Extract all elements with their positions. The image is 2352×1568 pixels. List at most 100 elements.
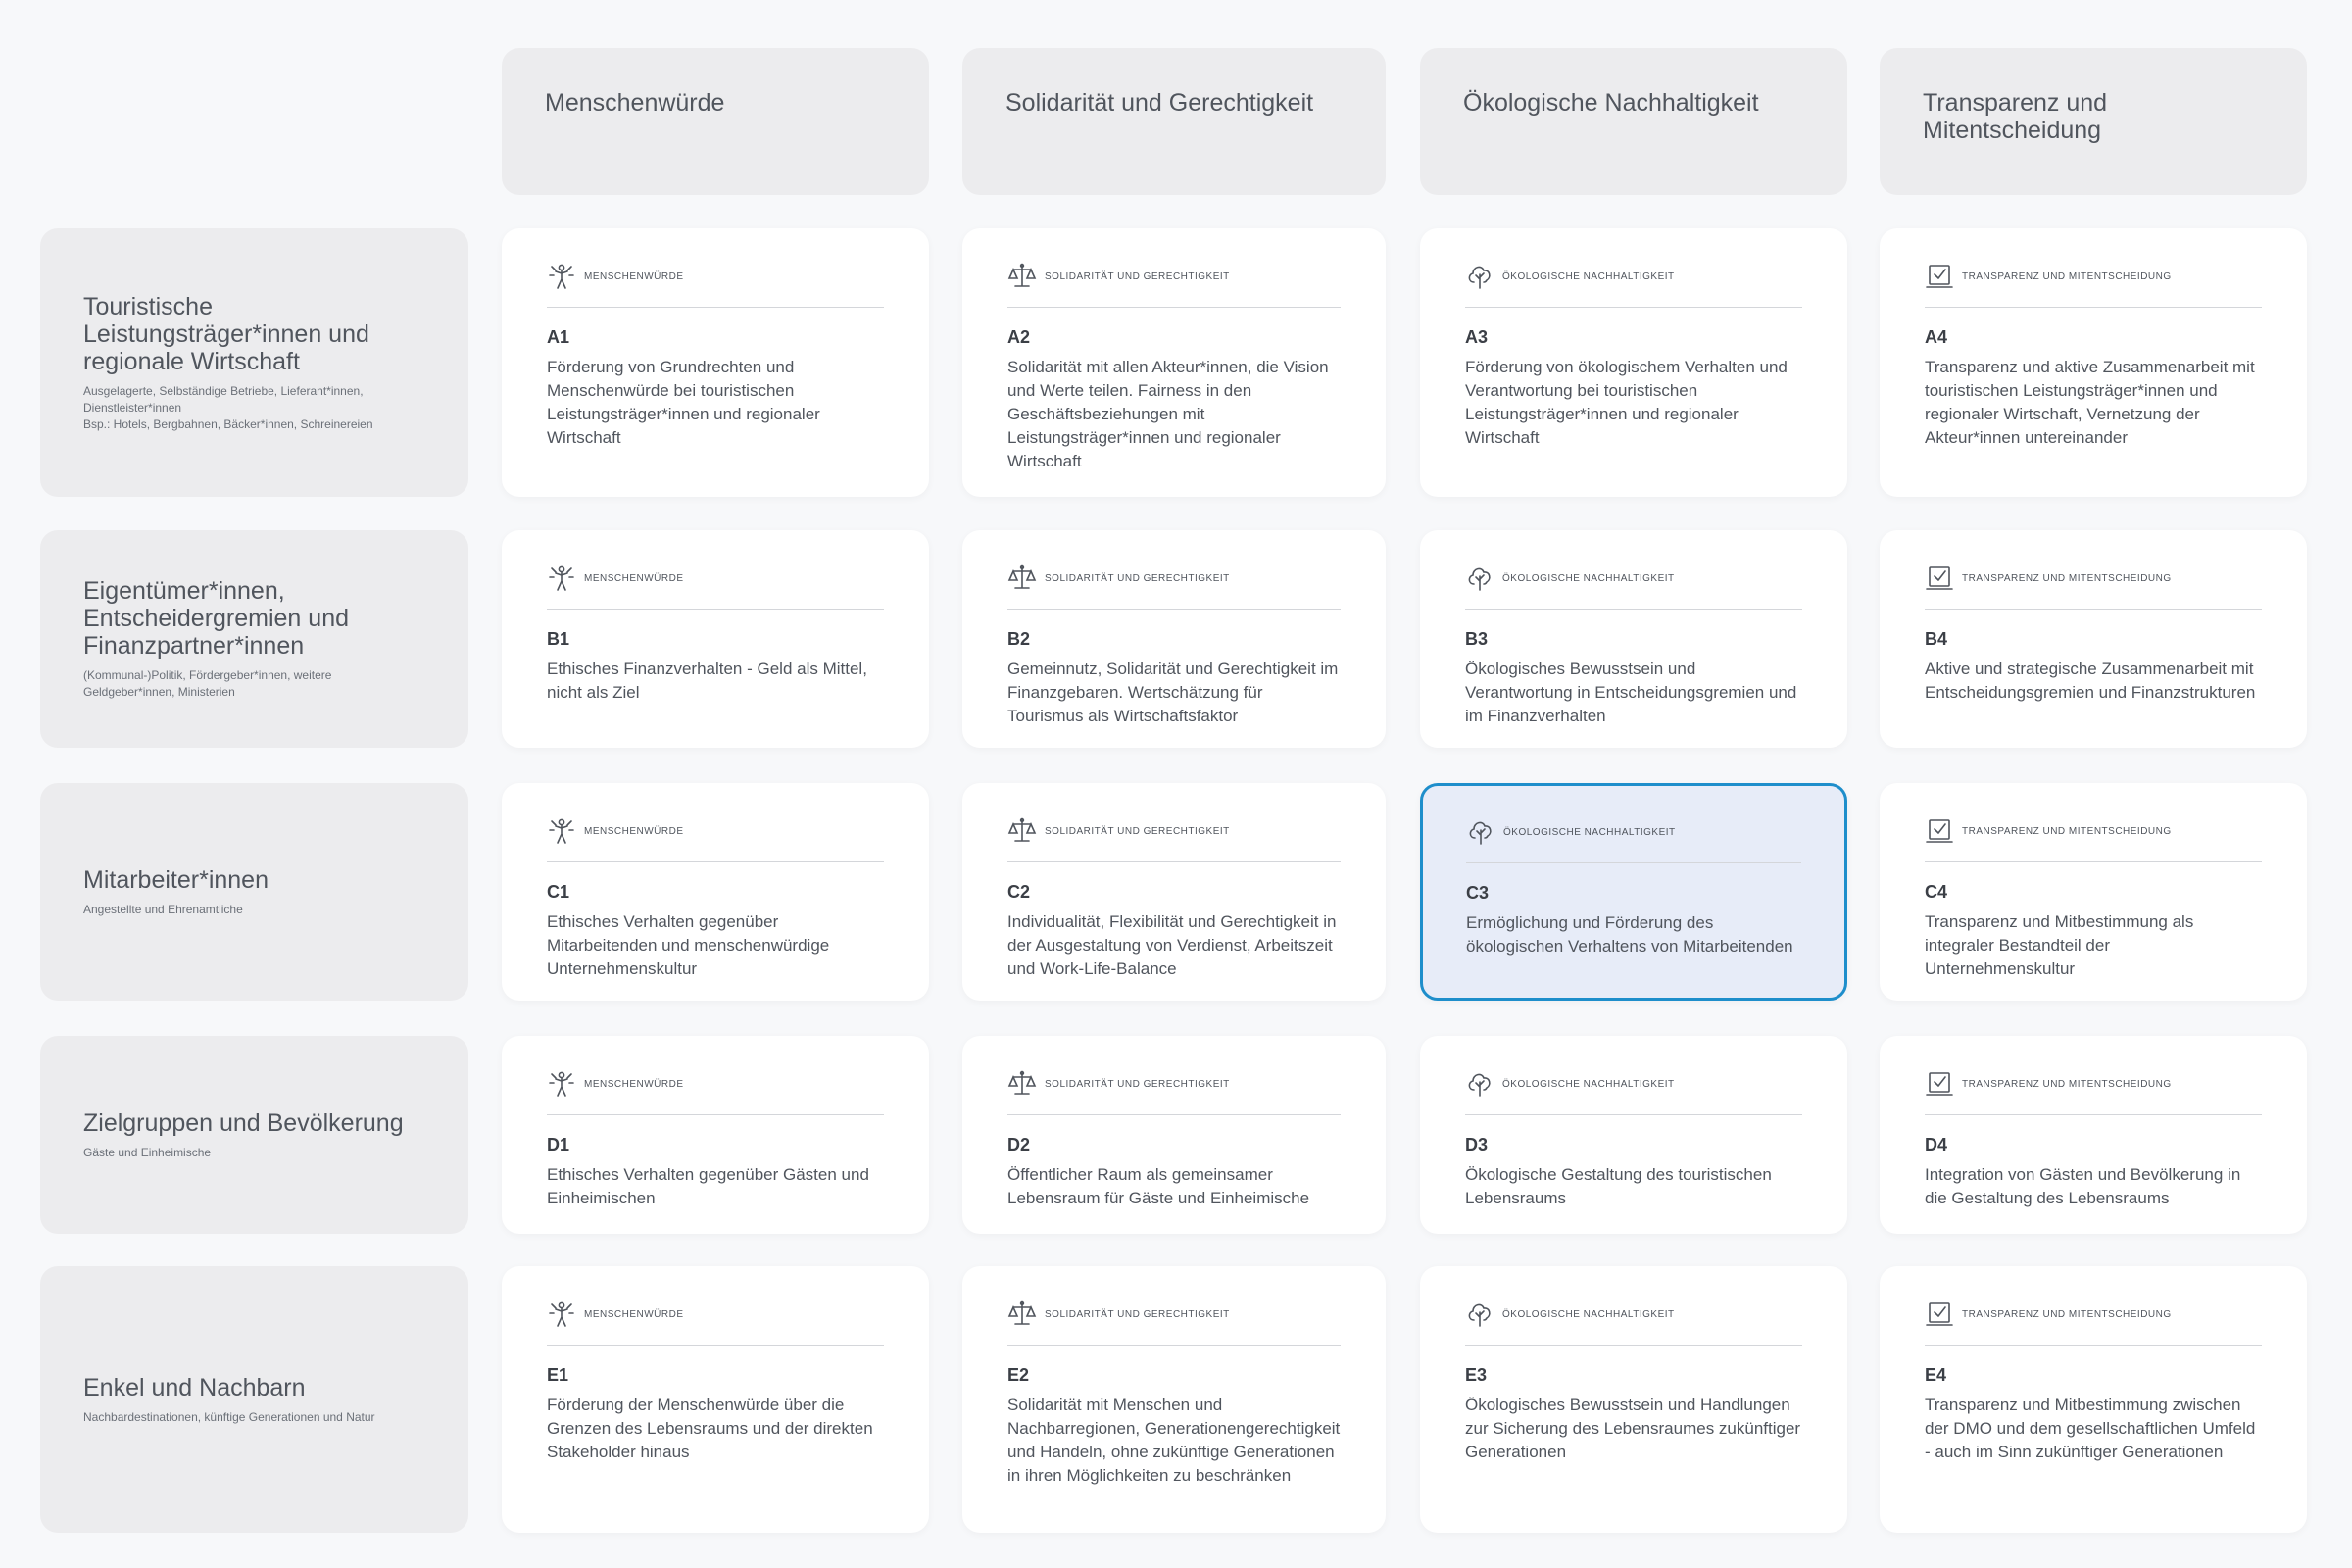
cell-description: Ethisches Verhalten gegenüber Gästen und… xyxy=(547,1165,869,1207)
matrix-cell-d3[interactable]: Ökologische Nachhaltigkeit D3 Ökologische … xyxy=(1420,1036,1847,1234)
cell-category-label: Menschenwürde xyxy=(584,572,684,584)
matrix-cell-a4[interactable]: Transparenz und Mitentscheidung A4 Transpa… xyxy=(1880,228,2307,497)
row-title: Mitarbeiter*innen xyxy=(83,865,269,894)
cell-category-label: Menschenwürde xyxy=(584,1078,684,1090)
cell-code: B4 xyxy=(1925,629,1948,649)
cell-code: B2 xyxy=(1007,629,1031,649)
cell-category-header: Solidarität und Gerechtigkeit xyxy=(1007,1298,1341,1346)
row-header-1: Touristische Leistungsträger*innen und r… xyxy=(40,228,468,497)
cell-code: C3 xyxy=(1466,883,1490,903)
scales-icon xyxy=(1007,1299,1037,1329)
row-title: Eigentümer*innen, Entscheidergremien und… xyxy=(83,577,349,660)
matrix-cell-b1[interactable]: Menschenwürde B1 Ethisches Finanzverhalten… xyxy=(502,530,929,748)
person-icon xyxy=(547,262,576,291)
row-header-4: Zielgruppen und Bevölkerung Gäste und Ein… xyxy=(40,1036,468,1234)
cell-category-label: Solidarität und Gerechtigkeit xyxy=(1045,1308,1230,1320)
cell-description: Transparenz und Mitbestimmung zwischen d… xyxy=(1925,1396,2256,1461)
matrix-cell-b3[interactable]: Ökologische Nachhaltigkeit B3 Ökologisches… xyxy=(1420,530,1847,748)
cell-description: Aktive und strategische Zusammenarbeit m… xyxy=(1925,660,2256,702)
row-subtitle: Nachbardestinationen, künftige Generatio… xyxy=(83,1409,375,1424)
matrix-cell-e3[interactable]: Ökologische Nachhaltigkeit E3 Ökologisches… xyxy=(1420,1266,1847,1533)
cell-category-label: Transparenz und Mitentscheidung xyxy=(1962,270,2172,282)
matrix-cell-c4[interactable]: Transparenz und Mitentscheidung C4 Transpa… xyxy=(1880,783,2307,1001)
cell-category-header: Menschenwürde xyxy=(547,260,884,308)
cell-code: E2 xyxy=(1007,1365,1030,1385)
cell-description: Individualität, Flexibilität und Gerecht… xyxy=(1007,912,1337,978)
row-subtitle: Ausgelagerte, Selbständige Betriebe, Lie… xyxy=(83,383,373,431)
row-subtitle: Angestellte und Ehrenamtliche xyxy=(83,902,243,916)
matrix-cell-c1[interactable]: Menschenwürde C1 Ethisches Verhalten gegen… xyxy=(502,783,929,1001)
cell-description: Transparenz und Mitbestimmung als integr… xyxy=(1925,912,2194,978)
cell-code: D2 xyxy=(1007,1135,1031,1154)
cell-code: A4 xyxy=(1925,327,1948,347)
cell-category-label: Menschenwürde xyxy=(584,270,684,282)
cell-category-label: Ökologische Nachhaltigkeit xyxy=(1502,270,1675,282)
cell-category-label: Ökologische Nachhaltigkeit xyxy=(1502,1078,1675,1090)
cell-code: A3 xyxy=(1465,327,1489,347)
cell-category-label: Ökologische Nachhaltigkeit xyxy=(1502,1308,1675,1320)
column-header-solidaritaet-und-gerechtigkeit: Solidarität und Gerechtigkeit xyxy=(962,48,1386,195)
cell-category-header: Ökologische Nachhaltigkeit xyxy=(1465,562,1802,610)
tree-icon xyxy=(1465,1069,1494,1099)
cell-category-header: Transparenz und Mitentscheidung xyxy=(1925,1298,2262,1346)
cell-description: Ethisches Verhalten gegenüber Mitarbeite… xyxy=(547,912,830,978)
cell-code: A1 xyxy=(547,327,570,347)
cell-category-label: Menschenwürde xyxy=(584,825,684,837)
cell-category-header: Transparenz und Mitentscheidung xyxy=(1925,562,2262,610)
cell-category-header: Transparenz und Mitentscheidung xyxy=(1925,1067,2262,1115)
matrix-cell-e4[interactable]: Transparenz und Mitentscheidung E4 Transpa… xyxy=(1880,1266,2307,1533)
row-header-3: Mitarbeiter*innen Angestellte und Ehrenam… xyxy=(40,783,468,1001)
cell-code: D3 xyxy=(1465,1135,1489,1154)
tree-icon xyxy=(1466,817,1495,847)
cell-description: Ökologische Gestaltung des touristischen… xyxy=(1465,1165,1772,1207)
cell-category-label: Transparenz und Mitentscheidung xyxy=(1962,1308,2172,1320)
matrix-cell-e1[interactable]: Menschenwürde E1 Förderung der Menschenwür… xyxy=(502,1266,929,1533)
matrix-cell-d4[interactable]: Transparenz und Mitentscheidung D4 Integra… xyxy=(1880,1036,2307,1234)
tree-icon xyxy=(1465,262,1494,291)
row-subtitle: (Kommunal-)Politik, Fördergeber*innen, w… xyxy=(83,668,332,699)
matrix-cell-a1[interactable]: Menschenwürde A1 Förderung von Grundrechte… xyxy=(502,228,929,497)
cell-category-header: Menschenwürde xyxy=(547,1298,884,1346)
cell-category-header: Solidarität und Gerechtigkeit xyxy=(1007,260,1341,308)
cell-code: E4 xyxy=(1925,1365,1947,1385)
cell-category-label: Ökologische Nachhaltigkeit xyxy=(1502,572,1675,584)
matrix-cell-b2[interactable]: Solidarität und Gerechtigkeit B2 Gemeinnut… xyxy=(962,530,1386,748)
ballot-icon xyxy=(1925,564,1954,593)
cell-category-label: Transparenz und Mitentscheidung xyxy=(1962,825,2172,837)
cell-description: Ethisches Finanzverhalten - Geld als Mit… xyxy=(547,660,867,702)
cell-category-header: Transparenz und Mitentscheidung xyxy=(1925,260,2262,308)
cell-description: Integration von Gästen und Bevölkerung i… xyxy=(1925,1165,2241,1207)
cell-category-header: Ökologische Nachhaltigkeit xyxy=(1465,260,1802,308)
matrix-cell-e2[interactable]: Solidarität und Gerechtigkeit E2 Solidarit… xyxy=(962,1266,1386,1533)
cell-code: C1 xyxy=(547,882,570,902)
cell-description: Gemeinnutz, Solidarität und Gerechtigkei… xyxy=(1007,660,1339,725)
row-subtitle: Gäste und Einheimische xyxy=(83,1145,212,1159)
cell-description: Solidarität mit allen Akteur*innen, die … xyxy=(1007,358,1329,470)
scales-icon xyxy=(1007,262,1037,291)
cell-code: E3 xyxy=(1465,1365,1488,1385)
scales-icon xyxy=(1007,816,1037,846)
cell-description: Transparenz und aktive Zusammenarbeit mi… xyxy=(1925,358,2255,447)
matrix-cell-a3[interactable]: Ökologische Nachhaltigkeit A3 Förderung vo… xyxy=(1420,228,1847,497)
cell-category-label: Solidarität und Gerechtigkeit xyxy=(1045,825,1230,837)
cell-description: Ökologisches Bewusstsein und Handlungen … xyxy=(1465,1396,1801,1461)
person-icon xyxy=(547,564,576,593)
cell-category-label: Menschenwürde xyxy=(584,1308,684,1320)
cell-description: Solidarität mit Menschen und Nachbarregi… xyxy=(1007,1396,1341,1485)
matrix-cell-d1[interactable]: Menschenwürde D1 Ethisches Verhalten gegen… xyxy=(502,1036,929,1234)
tree-icon xyxy=(1465,564,1494,593)
column-header-oekologische-nachhaltigkeit: Ökologische Nachhaltigkeit xyxy=(1420,48,1847,195)
person-icon xyxy=(547,1299,576,1329)
cell-category-label: Ökologische Nachhaltigkeit xyxy=(1503,826,1676,838)
matrix-cell-c3[interactable]: Ökologische Nachhaltigkeit C3 Ermöglichung… xyxy=(1420,783,1847,1001)
matrix-cell-b4[interactable]: Transparenz und Mitentscheidung B4 Aktive … xyxy=(1880,530,2307,748)
cell-category-header: Solidarität und Gerechtigkeit xyxy=(1007,1067,1341,1115)
matrix-cell-d2[interactable]: Solidarität und Gerechtigkeit D2 Öffentlic… xyxy=(962,1036,1386,1234)
scales-icon xyxy=(1007,1069,1037,1099)
matrix-cell-c2[interactable]: Solidarität und Gerechtigkeit C2 Individua… xyxy=(962,783,1386,1001)
cell-category-header: Transparenz und Mitentscheidung xyxy=(1925,814,2262,862)
cell-category-header: Ökologische Nachhaltigkeit xyxy=(1466,815,1801,863)
matrix-cell-a2[interactable]: Solidarität und Gerechtigkeit A2 Solidarit… xyxy=(962,228,1386,497)
cell-category-header: Menschenwürde xyxy=(547,562,884,610)
person-icon xyxy=(547,1069,576,1099)
